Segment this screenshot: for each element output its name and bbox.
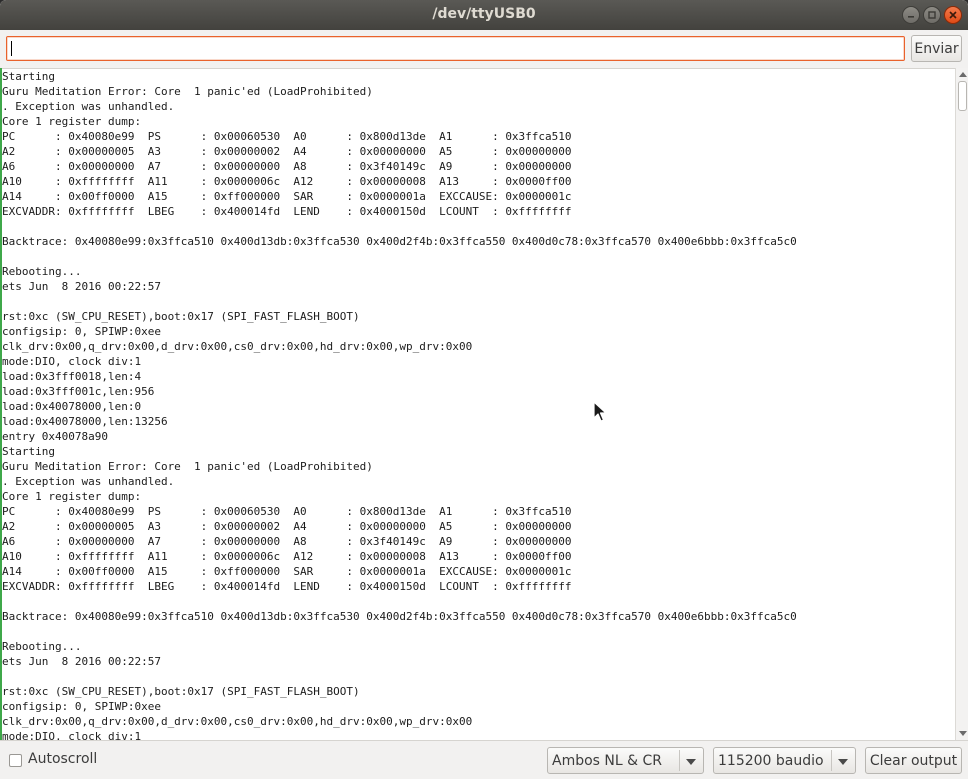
window-controls	[902, 6, 962, 24]
scroll-up-arrow-icon[interactable]	[959, 72, 967, 77]
chevron-down-icon	[686, 759, 696, 765]
minimize-icon	[908, 16, 914, 18]
maximize-button[interactable]	[923, 6, 941, 24]
close-button[interactable]	[944, 6, 962, 24]
serial-output-text: Starting Guru Meditation Error: Core 1 p…	[2, 70, 797, 740]
vertical-scrollbar[interactable]	[955, 68, 968, 740]
line-ending-divider	[679, 750, 680, 771]
line-ending-value: Ambos NL & CR	[552, 753, 663, 769]
scrollbar-thumb[interactable]	[958, 81, 967, 111]
baud-rate-divider	[831, 750, 832, 771]
send-input[interactable]	[6, 36, 905, 61]
bottom-toolbar: Autoscroll Ambos NL & CR 115200 baudio C…	[0, 740, 968, 779]
autoscroll-label: Autoscroll	[28, 751, 98, 767]
window-title: /dev/ttyUSB0	[432, 6, 536, 22]
output-focus-marker	[0, 68, 2, 740]
scroll-down-arrow-icon[interactable]	[959, 731, 967, 736]
baud-rate-select[interactable]: 115200 baudio	[713, 747, 856, 774]
maximize-icon	[928, 11, 936, 19]
baud-rate-value: 115200 baudio	[718, 753, 824, 769]
line-ending-select[interactable]: Ambos NL & CR	[547, 747, 704, 774]
close-icon	[949, 11, 957, 19]
send-button[interactable]: Enviar	[911, 35, 962, 62]
send-toolbar: Enviar	[0, 30, 968, 68]
clear-output-button[interactable]: Clear output	[865, 747, 962, 774]
chevron-down-icon	[838, 759, 848, 765]
autoscroll-checkbox[interactable]	[9, 754, 22, 767]
text-caret	[11, 41, 12, 56]
title-bar[interactable]: /dev/ttyUSB0	[0, 0, 968, 30]
minimize-button[interactable]	[902, 6, 920, 24]
serial-output[interactable]: Starting Guru Meditation Error: Core 1 p…	[0, 68, 955, 740]
serial-monitor-window: /dev/ttyUSB0 Enviar Starting Guru Medita…	[0, 0, 968, 779]
mouse-pointer-icon	[593, 401, 607, 422]
